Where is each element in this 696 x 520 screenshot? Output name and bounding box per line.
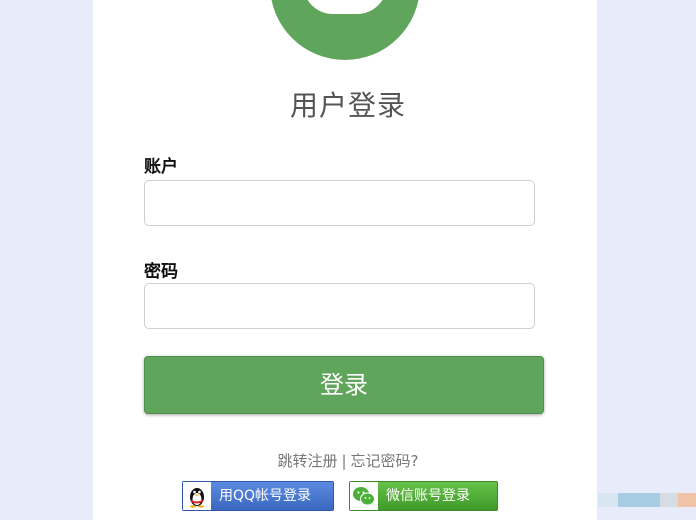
- wechat-login-button[interactable]: 微信账号登录: [349, 481, 498, 511]
- corner-decoration: [678, 493, 696, 507]
- qq-login-label: 用QQ帐号登录: [219, 488, 312, 504]
- register-link[interactable]: 跳转注册: [277, 452, 337, 470]
- qq-penguin-icon: [183, 482, 211, 510]
- corner-decoration: [660, 493, 678, 507]
- login-button[interactable]: 登录: [144, 356, 544, 414]
- qq-login-button[interactable]: 用QQ帐号登录: [182, 481, 334, 511]
- corner-decoration: [598, 493, 618, 507]
- password-label: 密码: [144, 262, 178, 282]
- forgot-password-link[interactable]: 忘记密码?: [351, 452, 419, 470]
- link-separator: |: [341, 452, 347, 470]
- password-input[interactable]: [144, 283, 535, 329]
- wechat-login-label: 微信账号登录: [386, 488, 470, 504]
- wechat-icon: [350, 482, 378, 510]
- corner-decoration: [618, 493, 660, 507]
- avatar-head-shape: [303, 0, 387, 14]
- login-page: 用户登录 账户 密码 登录 跳转注册 | 忘记密码? 用QQ帐号登录 微信账号登…: [0, 0, 696, 520]
- auth-links: 跳转注册 | 忘记密码?: [0, 450, 696, 471]
- account-label: 账户: [144, 157, 178, 177]
- account-input[interactable]: [144, 180, 535, 226]
- page-title: 用户登录: [289, 89, 406, 122]
